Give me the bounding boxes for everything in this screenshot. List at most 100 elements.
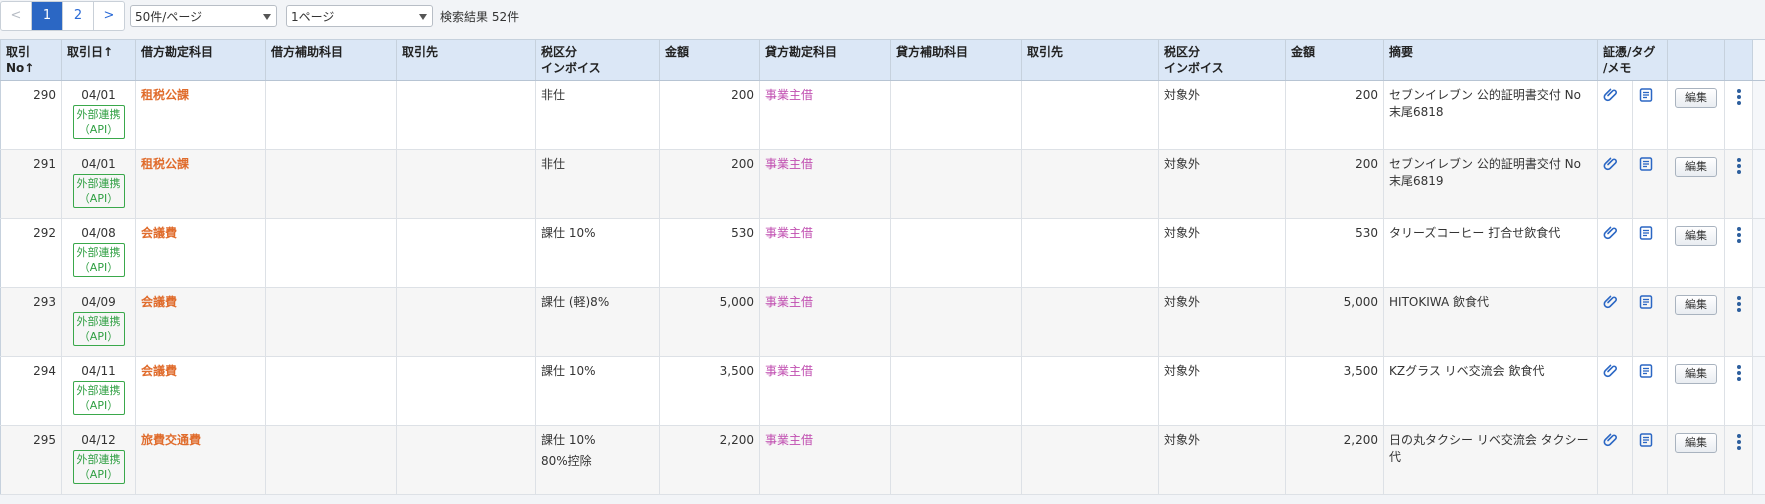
table-row[interactable]: 290 04/01 外部連携 （API） 租税公課 非仕 200 事業主借 対象外… <box>0 80 1765 150</box>
paperclip-icon[interactable] <box>1603 363 1619 379</box>
credit-account[interactable]: 事業主借 <box>759 356 891 426</box>
debit-amount: 5,000 <box>659 287 760 357</box>
prev-page-button[interactable]: < <box>1 2 32 30</box>
api-tag-line1: 外部連携 <box>76 177 121 190</box>
credit-account[interactable]: 事業主借 <box>759 425 891 495</box>
edit-button[interactable]: 編集 <box>1675 364 1718 384</box>
edit-button[interactable]: 編集 <box>1675 88 1718 108</box>
kebab-menu-icon[interactable] <box>1736 363 1742 383</box>
col-debit-amount: 金額 <box>659 39 760 81</box>
table-row[interactable]: 294 04/11 外部連携 （API） 会議費 課仕 10% 3,500 事業主… <box>0 356 1765 426</box>
credit-partner <box>1021 218 1159 288</box>
col-credit-tax: 税区分 インボイス <box>1158 39 1286 81</box>
scroll-gutter <box>1752 356 1765 426</box>
col-edit <box>1667 39 1726 81</box>
credit-account[interactable]: 事業主借 <box>759 80 891 150</box>
debit-account[interactable]: 会議費 <box>135 287 266 357</box>
memo-icon[interactable] <box>1638 87 1654 103</box>
edit-button[interactable]: 編集 <box>1675 433 1718 453</box>
menu-cell <box>1724 80 1754 150</box>
evidence-cell <box>1597 287 1633 357</box>
edit-cell: 編集 <box>1667 287 1726 357</box>
api-tag: 外部連携 （API） <box>72 243 125 277</box>
col-debit-account: 借方勘定科目 <box>135 39 266 81</box>
col-credit-amount: 金額 <box>1285 39 1384 81</box>
debit-amount: 200 <box>659 80 760 150</box>
table-row[interactable]: 292 04/08 外部連携 （API） 会議費 課仕 10% 530 事業主借 … <box>0 218 1765 288</box>
page-1-button[interactable]: 1 <box>32 2 63 30</box>
kebab-menu-icon[interactable] <box>1736 432 1742 452</box>
evidence-cell <box>1597 356 1633 426</box>
api-tag-line2: （API） <box>78 330 119 343</box>
txn-no: 291 <box>0 149 62 219</box>
page-select[interactable]: 1ページ <box>286 5 433 27</box>
table-row[interactable]: 291 04/01 外部連携 （API） 租税公課 非仕 200 事業主借 対象外… <box>0 149 1765 219</box>
debit-account[interactable]: 租税公課 <box>135 80 266 150</box>
credit-account[interactable]: 事業主借 <box>759 149 891 219</box>
credit-amount: 3,500 <box>1285 356 1384 426</box>
edit-button[interactable]: 編集 <box>1675 157 1718 177</box>
memo-cell <box>1632 80 1669 150</box>
paperclip-icon[interactable] <box>1603 156 1619 172</box>
edit-cell: 編集 <box>1667 80 1726 150</box>
memo-icon[interactable] <box>1638 225 1654 241</box>
next-page-button[interactable]: > <box>94 2 124 30</box>
memo-icon[interactable] <box>1638 294 1654 310</box>
api-tag-line2: （API） <box>78 261 119 274</box>
txn-date-cell: 04/12 外部連携 （API） <box>61 425 136 495</box>
debit-amount: 2,200 <box>659 425 760 495</box>
debit-tax: 課仕 (軽)8% <box>541 295 610 309</box>
debit-partner <box>396 80 536 150</box>
menu-cell <box>1724 425 1754 495</box>
debit-account[interactable]: 旅費交通費 <box>135 425 266 495</box>
memo-cell <box>1632 218 1669 288</box>
memo-icon[interactable] <box>1638 363 1654 379</box>
debit-partner <box>396 149 536 219</box>
credit-amount: 200 <box>1285 80 1384 150</box>
menu-cell <box>1724 356 1754 426</box>
debit-account[interactable]: 会議費 <box>135 356 266 426</box>
debit-tax-cell: 非仕 <box>535 149 660 219</box>
txn-date: 04/11 <box>81 364 116 378</box>
paperclip-icon[interactable] <box>1603 87 1619 103</box>
credit-tax: 対象外 <box>1158 218 1286 288</box>
paperclip-icon[interactable] <box>1603 432 1619 448</box>
debit-account[interactable]: 租税公課 <box>135 149 266 219</box>
per-page-select[interactable]: 50件/ページ <box>130 5 277 27</box>
menu-cell <box>1724 149 1754 219</box>
credit-amount: 200 <box>1285 149 1384 219</box>
evidence-cell <box>1597 425 1633 495</box>
memo-icon[interactable] <box>1638 432 1654 448</box>
table-row[interactable]: 293 04/09 外部連携 （API） 会議費 課仕 (軽)8% 5,000 事… <box>0 287 1765 357</box>
credit-sub <box>890 287 1022 357</box>
paperclip-icon[interactable] <box>1603 225 1619 241</box>
txn-date: 04/01 <box>81 157 116 171</box>
edit-button[interactable]: 編集 <box>1675 226 1718 246</box>
credit-amount: 5,000 <box>1285 287 1384 357</box>
kebab-menu-icon[interactable] <box>1736 156 1742 176</box>
table-row[interactable]: 295 04/12 外部連携 （API） 旅費交通費 課仕 10% 80%控除 2… <box>0 425 1765 495</box>
debit-account[interactable]: 会議費 <box>135 218 266 288</box>
credit-account[interactable]: 事業主借 <box>759 287 891 357</box>
col-txn-date[interactable]: 取引日↑ <box>61 39 136 81</box>
kebab-menu-icon[interactable] <box>1736 87 1742 107</box>
paperclip-icon[interactable] <box>1603 294 1619 310</box>
api-tag-line1: 外部連携 <box>76 315 121 328</box>
col-txn-no[interactable]: 取引No↑ <box>0 39 62 81</box>
edit-button[interactable]: 編集 <box>1675 295 1718 315</box>
debit-amount: 200 <box>659 149 760 219</box>
debit-tax: 非仕 <box>541 88 566 102</box>
debit-sub <box>265 356 397 426</box>
col-debit-sub: 借方補助科目 <box>265 39 397 81</box>
credit-account[interactable]: 事業主借 <box>759 218 891 288</box>
kebab-menu-icon[interactable] <box>1736 225 1742 245</box>
debit-tax-cell: 課仕 10% <box>535 218 660 288</box>
edit-cell: 編集 <box>1667 425 1726 495</box>
kebab-menu-icon[interactable] <box>1736 294 1742 314</box>
page-2-button[interactable]: 2 <box>63 2 94 30</box>
memo-icon[interactable] <box>1638 156 1654 172</box>
txn-date-cell: 04/09 外部連携 （API） <box>61 287 136 357</box>
summary: 日の丸タクシー リベ交流会 タクシー代 <box>1383 425 1598 495</box>
table-header-row: 取引No↑ 取引日↑ 借方勘定科目 借方補助科目 取引先 税区分 インボイス 金額… <box>0 39 1765 81</box>
api-tag-line2: （API） <box>78 192 119 205</box>
